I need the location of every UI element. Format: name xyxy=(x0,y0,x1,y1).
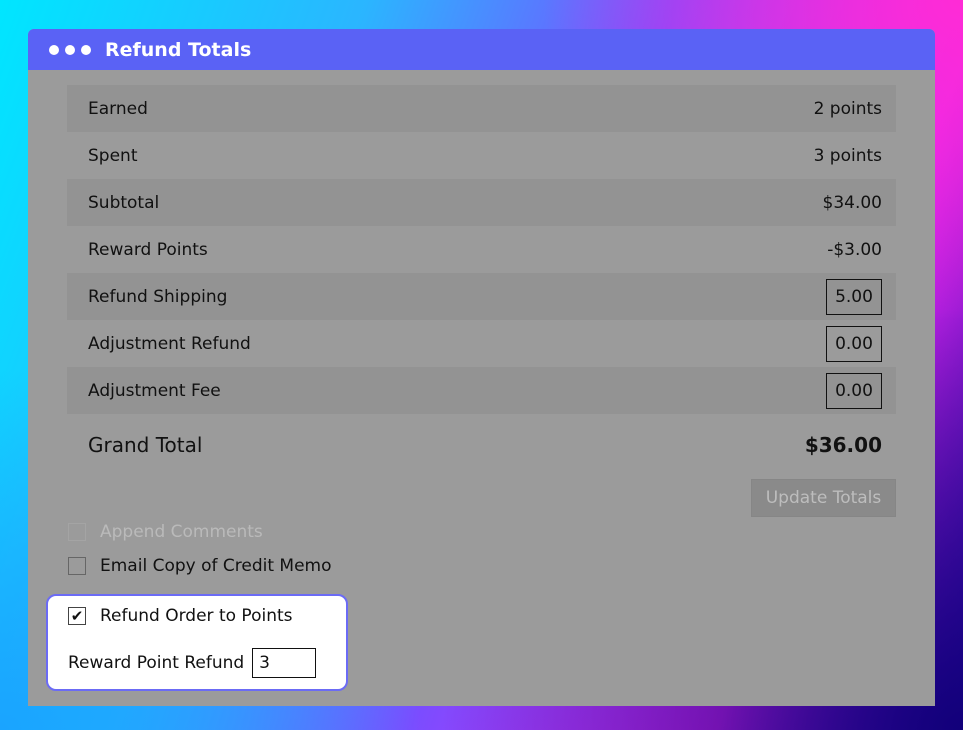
update-totals-button[interactable]: Update Totals xyxy=(751,479,896,517)
grand-total-label: Grand Total xyxy=(88,433,203,457)
row-subtotal: Subtotal $34.00 xyxy=(67,179,896,226)
adjustment-refund-input[interactable] xyxy=(826,325,882,362)
adjustment-refund-label: Adjustment Refund xyxy=(88,333,251,354)
row-refund-shipping: Refund Shipping xyxy=(67,273,896,320)
reward-point-refund-field: Reward Point Refund xyxy=(68,648,317,678)
row-adjustment-fee: Adjustment Fee xyxy=(67,367,896,414)
refund-to-points-checkbox[interactable]: ✔ xyxy=(68,607,86,625)
reward-point-refund-label: Reward Point Refund xyxy=(68,653,245,673)
reward-points-value: -$3.00 xyxy=(827,239,882,260)
subtotal-value: $34.00 xyxy=(822,192,882,213)
subtotal-label: Subtotal xyxy=(88,192,160,213)
row-reward-points: Reward Points -$3.00 xyxy=(67,226,896,273)
refund-to-points-label: Refund Order to Points xyxy=(100,606,293,626)
dot-icon xyxy=(49,44,59,55)
adjustment-fee-label: Adjustment Fee xyxy=(88,380,221,401)
spent-label: Spent xyxy=(88,145,138,166)
refund-shipping-label: Refund Shipping xyxy=(88,286,228,307)
append-comments-option[interactable]: Append Comments xyxy=(68,522,263,542)
row-earned: Earned 2 points xyxy=(67,85,896,132)
dot-icon xyxy=(81,44,91,55)
refund-shipping-input[interactable] xyxy=(826,278,882,315)
window-titlebar: Refund Totals xyxy=(28,29,935,70)
adjustment-fee-input[interactable] xyxy=(826,372,882,409)
earned-label: Earned xyxy=(88,98,148,119)
reward-point-refund-input[interactable] xyxy=(252,648,317,678)
grand-total-row: Grand Total $36.00 xyxy=(88,433,882,457)
email-copy-option[interactable]: Email Copy of Credit Memo xyxy=(68,556,332,576)
append-comments-label: Append Comments xyxy=(100,522,263,542)
refund-to-points-panel: ✔ Refund Order to Points Reward Point Re… xyxy=(46,594,348,691)
totals-table: Earned 2 points Spent 3 points Subtotal … xyxy=(67,85,896,414)
row-adjustment-refund: Adjustment Refund xyxy=(67,320,896,367)
checkmark-icon: ✔ xyxy=(70,606,84,625)
email-copy-label: Email Copy of Credit Memo xyxy=(100,556,332,576)
spent-value: 3 points xyxy=(813,145,882,166)
earned-value: 2 points xyxy=(813,98,882,119)
window-dots-icon xyxy=(49,44,91,55)
email-copy-checkbox[interactable] xyxy=(68,557,86,575)
grand-total-value: $36.00 xyxy=(804,433,882,457)
window-title: Refund Totals xyxy=(105,38,252,61)
append-comments-checkbox[interactable] xyxy=(68,523,86,541)
reward-points-label: Reward Points xyxy=(88,239,208,260)
row-spent: Spent 3 points xyxy=(67,132,896,179)
dot-icon xyxy=(65,44,75,55)
refund-to-points-option[interactable]: ✔ Refund Order to Points xyxy=(68,606,293,626)
